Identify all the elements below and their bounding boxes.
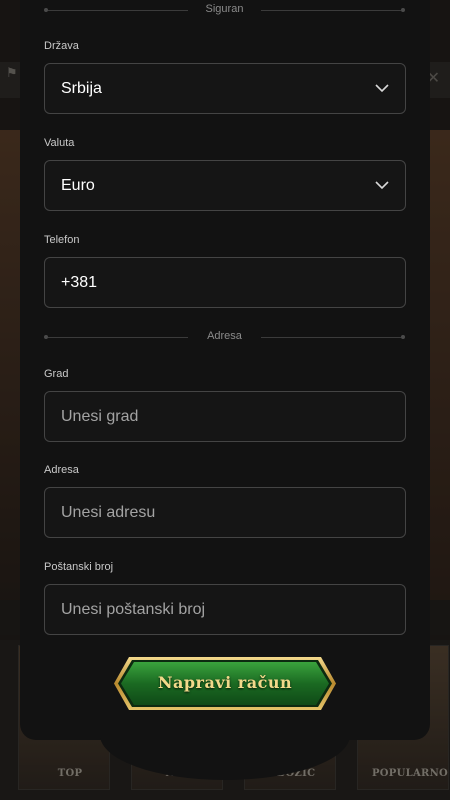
country-value: Srbija <box>61 80 102 97</box>
street-label: Adresa <box>44 464 79 476</box>
section-divider-address: Adresa <box>44 330 405 343</box>
phone-value: +381 <box>61 274 98 291</box>
postal-input[interactable]: Unesi poštanski broj <box>44 584 406 635</box>
currency-label: Valuta <box>44 137 75 149</box>
section-title-address: Adresa <box>207 330 242 342</box>
country-select[interactable]: Srbija <box>44 63 406 114</box>
divider-dot <box>401 8 405 12</box>
postal-placeholder: Unesi poštanski broj <box>61 601 206 618</box>
city-input[interactable]: Unesi grad <box>44 391 406 442</box>
chevron-down-icon <box>375 84 389 93</box>
phone-input[interactable]: +381 <box>44 257 406 308</box>
divider-dot <box>401 335 405 339</box>
street-input[interactable]: Unesi adresu <box>44 487 406 538</box>
currency-value: Euro <box>61 177 95 194</box>
country-label: Država <box>44 40 79 52</box>
divider-line <box>261 337 401 338</box>
create-account-button[interactable]: Napravi račun <box>113 656 337 711</box>
section-title-secure: Siguran <box>205 3 244 15</box>
create-account-label: Napravi račun <box>157 673 293 692</box>
section-divider-secure: Siguran <box>44 3 405 16</box>
street-placeholder: Unesi adresu <box>61 504 156 521</box>
city-placeholder: Unesi grad <box>61 408 139 425</box>
postal-label: Poštanski broj <box>44 561 114 573</box>
divider-line <box>261 10 401 11</box>
city-label: Grad <box>44 368 69 380</box>
currency-select[interactable]: Euro <box>44 160 406 211</box>
chevron-down-icon <box>375 181 389 190</box>
phone-label: Telefon <box>44 234 80 246</box>
